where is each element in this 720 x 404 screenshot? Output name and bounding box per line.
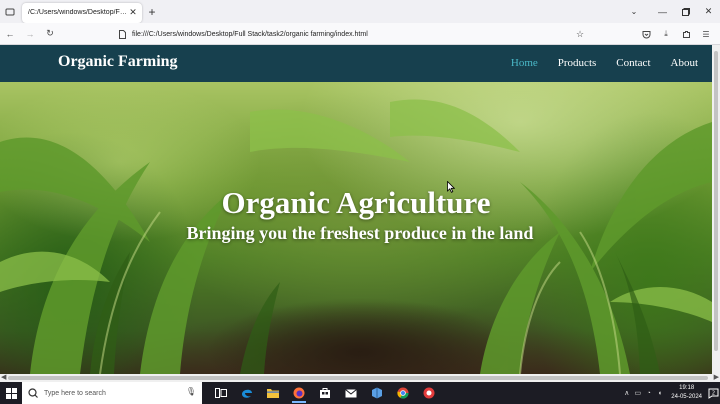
file-explorer-icon[interactable] [260,382,286,404]
new-tab-button[interactable]: + [142,2,162,22]
site-logo[interactable]: Organic Farming [58,53,178,71]
horizontal-scrollbar[interactable]: ◀ ▶ [0,374,720,382]
app-icon[interactable] [364,382,390,404]
close-window-icon[interactable]: ✕ [697,0,720,23]
menu-icon[interactable]: ☰ [696,23,716,45]
clock-date: 24-05-2024 [671,394,702,400]
reload-icon[interactable]: ↻ [40,23,60,45]
nav-link-about[interactable]: About [671,57,699,69]
nav-link-home[interactable]: Home [511,57,538,69]
nav-link-products[interactable]: Products [558,57,597,69]
horizontal-scroll-thumb[interactable] [8,376,708,380]
site-nav: Home Products Contact About [491,57,698,69]
back-icon[interactable]: ← [0,23,20,45]
microphone-icon[interactable]: 🎙 [186,387,196,396]
page-viewport: Organic Farming Home Products Contact Ab… [0,45,712,374]
windows-taskbar: Type here to search 🎙 ∧ ▭ ◔ ◖ 19:18 24-0… [0,382,720,404]
browser-toolbar: ← → ↻ file:///C:/Users/windows/Desktop/F… [0,23,720,45]
downloads-icon[interactable]: ⤓ [656,23,676,45]
store-icon[interactable] [312,382,338,404]
vertical-scrollbar[interactable] [712,45,720,374]
tab-list-icon[interactable] [0,0,20,23]
hero-banner: Organic Agriculture Bringing you the fre… [0,82,712,374]
maximize-icon[interactable] [674,0,697,23]
site-header: Organic Farming Home Products Contact Ab… [0,45,712,82]
start-windows-icon[interactable] [0,382,22,404]
extensions-icon[interactable] [676,23,696,45]
edge-icon[interactable] [234,382,260,404]
vertical-scroll-thumb[interactable] [714,51,718,351]
url-text: file:///C:/Users/windows/Desktop/Full St… [132,30,368,38]
chrome-icon[interactable] [390,382,416,404]
search-icon [28,388,38,398]
volume-icon[interactable]: ◖ [654,390,665,397]
browser-tab-strip: /C:/Users/windows/Desktop/Full Stack/tas… [0,0,720,23]
nav-link-contact[interactable]: Contact [616,57,650,69]
clock[interactable]: 19:18 24-05-2024 [671,384,702,402]
tab-close-icon[interactable]: ✕ [128,7,138,18]
mouse-cursor-icon [447,181,455,193]
firefox-icon[interactable] [286,382,312,404]
scroll-left-icon[interactable]: ◀ [1,373,6,381]
forward-icon[interactable]: → [20,23,40,45]
taskbar-search-input[interactable]: Type here to search 🎙 [22,382,202,404]
clock-time: 19:18 [679,385,695,391]
pocket-icon[interactable] [636,23,656,45]
tabs-dropdown-icon[interactable]: ⌄ [617,0,651,23]
mail-icon[interactable] [338,382,364,404]
tab-title: /C:/Users/windows/Desktop/Full Stack/tas… [28,9,128,16]
hero-subtitle: Bringing you the freshest produce in the… [186,223,534,243]
scroll-right-icon[interactable]: ▶ [714,373,719,381]
hero-title: Organic Agriculture [221,185,491,220]
battery-icon[interactable]: ▭ [632,389,643,397]
page-icon [116,29,128,39]
show-hidden-icons-icon[interactable]: ∧ [621,389,632,397]
app-red-icon[interactable] [416,382,442,404]
system-tray: ∧ ▭ ◔ ◖ 19:18 24-05-2024 2 [621,382,720,404]
bookmark-star-icon[interactable]: ☆ [574,29,586,40]
search-placeholder: Type here to search [44,389,106,397]
network-icon[interactable]: ◔ [643,390,654,397]
notifications-icon[interactable]: 2 [706,382,720,404]
browser-tab[interactable]: /C:/Users/windows/Desktop/Full Stack/tas… [22,2,142,23]
url-bar[interactable]: file:///C:/Users/windows/Desktop/Full St… [116,26,586,42]
task-view-icon[interactable] [208,382,234,404]
minimize-icon[interactable]: — [651,0,674,23]
notification-count: 2 [711,390,714,396]
